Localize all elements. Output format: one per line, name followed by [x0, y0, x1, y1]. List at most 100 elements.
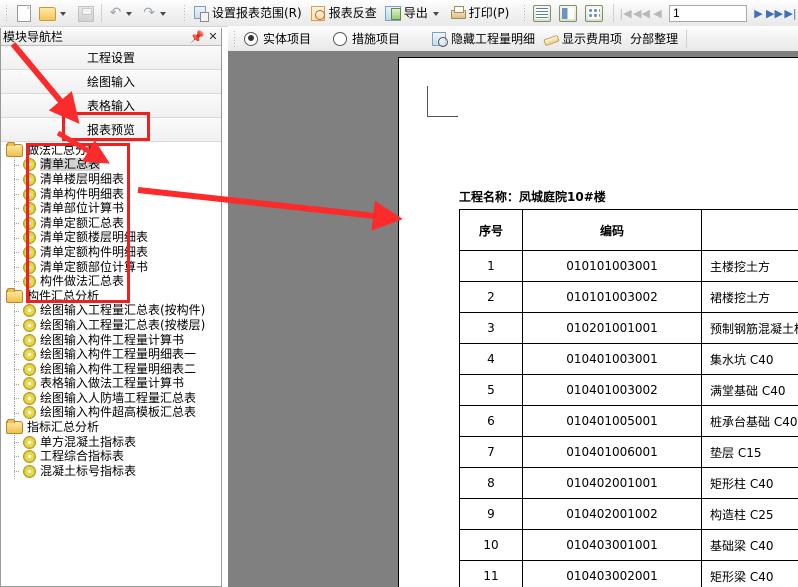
table-row[interactable]: 3 010201001001 预制钢筋混凝土桩	[459, 312, 798, 344]
cell-no: 2	[459, 281, 523, 313]
tree-item-table-input-method-qty-calc[interactable]: 表格输入做法工程量计算书	[2, 376, 220, 392]
page-number-input[interactable]	[668, 4, 747, 22]
tree-item-bill-floor-detail[interactable]: 清单楼层明细表	[2, 172, 220, 187]
gear-icon	[24, 305, 35, 317]
tree-item-draw-qty-summary-by-component[interactable]: 绘图输入工程量汇总表(按构件)	[2, 303, 220, 319]
chevron-down-icon[interactable]	[432, 12, 439, 16]
table-row[interactable]: 1 010101003001 主楼挖土方	[459, 250, 798, 282]
cell-code: 010401003002	[522, 374, 702, 406]
table-row[interactable]: 7 010401006001 垫层 C15	[459, 436, 798, 468]
tree-group-component-summary[interactable]: 构件汇总分析	[2, 287, 220, 304]
tree-item-bill-quota-summary[interactable]: 清单定额汇总表	[2, 215, 220, 231]
tree-item-bill-quota-floor-detail[interactable]: 清单定额楼层明细表	[2, 230, 220, 246]
section-organize-button[interactable]: 分部整理	[626, 27, 682, 51]
chevron-down-icon[interactable]	[126, 12, 133, 16]
undo-button[interactable]: ↶	[106, 1, 140, 25]
gear-icon	[24, 217, 35, 229]
report-recheck-button[interactable]: 报表反查	[306, 1, 381, 25]
toolbar-grip-2[interactable]	[181, 3, 187, 23]
tree-item-bill-quota-position-calc-label: 清单定额部位计算书	[40, 259, 149, 274]
tree-item-bill-position-calc[interactable]: 清单部位计算书	[2, 201, 220, 216]
chevron-down-icon[interactable]	[59, 12, 66, 16]
table-row[interactable]: 11 010403002001 矩形梁 C40	[459, 560, 798, 587]
folder-icon	[6, 142, 23, 157]
next-fast-icon: ▶▶	[766, 6, 783, 20]
gear-icon	[24, 363, 35, 375]
toolbar-grip-3[interactable]	[521, 3, 528, 23]
project-name-label: 工程名称：凤城庭院10#楼	[459, 190, 606, 204]
report-tree[interactable]: 做法汇总分析 清单汇总表 清单楼层明细表 清单构件明细表 清单部位计算书 清单定额汇总表清…	[2, 142, 220, 585]
set-report-scope-button[interactable]: 设置报表范围(R)	[189, 1, 306, 25]
tree-group-index-summary[interactable]: 指标汇总分析	[2, 419, 220, 435]
save-button[interactable]	[73, 1, 97, 25]
tree-item-bill-component-detail[interactable]: 清单构件明细表	[2, 186, 220, 202]
radio-entity-item[interactable]: 实体项目	[244, 30, 311, 47]
gear-icon	[24, 188, 35, 200]
tree-item-draw-civil-defense-wall-summary[interactable]: 绘图输入人防墙工程量汇总表	[2, 391, 220, 406]
cell-code: 010401005001	[522, 405, 702, 437]
section-organize-label: 分部整理	[630, 31, 679, 46]
table-row[interactable]: 2 010101003002 裙楼挖土方	[459, 281, 798, 313]
pin-icon[interactable]: 📌	[189, 30, 205, 44]
export-icon	[384, 5, 401, 21]
print-button[interactable]: 打印(P)	[446, 1, 514, 25]
tree-item-component-method-summary-label: 构件做法汇总表	[40, 274, 125, 289]
cell-no: 6	[459, 405, 523, 437]
toolbar2-grip[interactable]	[231, 28, 238, 49]
toolbar-grip[interactable]	[3, 3, 9, 23]
view-two-page-button[interactable]	[555, 1, 581, 25]
menu-project-settings[interactable]: 工程设置	[1, 46, 221, 70]
table-row[interactable]: 10 010403001001 基础梁 C40	[459, 529, 798, 561]
cell-code: 010402001001	[522, 467, 702, 499]
radio-measure-item-label: 措施项目	[352, 32, 401, 46]
tree-item-concrete-grade-index-label: 混凝土标号指标表	[40, 463, 137, 478]
tree-item-concrete-grade-index[interactable]: 混凝土标号指标表	[2, 464, 220, 479]
export-button[interactable]: 导出	[381, 1, 446, 25]
tree-item-bill-quota-component-detail[interactable]: 清单定额构件明细表	[2, 245, 220, 260]
tree-item-project-comprehensive-index[interactable]: 工程综合指标表	[2, 449, 220, 464]
first-page-button[interactable]: |◀	[618, 4, 633, 22]
table-row[interactable]: 9 010402001002 构造柱 C25	[459, 498, 798, 530]
toolbar2-separator	[686, 29, 688, 48]
radio-measure-item[interactable]: 措施项目	[333, 30, 400, 47]
table-row[interactable]: 4 010401003001 集水坑 C40	[459, 343, 798, 375]
table-row[interactable]: 8 010402001001 矩形柱 C40	[459, 467, 798, 499]
report-scope-icon	[193, 5, 209, 22]
new-file-button[interactable]	[11, 1, 35, 25]
prev-page-button[interactable]: ◀	[650, 4, 665, 22]
tree-item-component-method-summary[interactable]: 构件做法汇总表	[2, 274, 220, 289]
table-row[interactable]: 6 010401005001 桩承台基础 C40	[459, 405, 798, 437]
hide-quantity-detail-button[interactable]: 隐藏工程量明细	[428, 27, 539, 51]
menu-drawing-input[interactable]: 绘图输入	[1, 70, 221, 94]
menu-table-input-label: 表格输入	[86, 99, 135, 113]
cell-name: 构造柱 C25	[701, 498, 798, 530]
tree-item-draw-component-high-formwork-summary[interactable]: 绘图输入构件超高模板汇总表	[2, 405, 220, 421]
tree-item-draw-component-qty-calc[interactable]: 绘图输入构件工程量计算书	[2, 332, 220, 348]
toolbar-separator	[100, 4, 102, 22]
next-fast-button[interactable]: ▶▶	[766, 4, 783, 22]
cell-name: 矩形梁 C40	[701, 560, 798, 587]
view-single-page-button[interactable]	[529, 1, 555, 25]
menu-table-input[interactable]: 表格输入	[1, 94, 221, 118]
cell-no: 11	[459, 560, 523, 587]
show-fee-item-button[interactable]: 显示费用项	[539, 27, 626, 51]
tree-item-unit-concrete-index[interactable]: 单方混凝土指标表	[2, 434, 220, 450]
tree-item-bill-quota-position-calc[interactable]: 清单定额部位计算书	[2, 259, 220, 275]
prev-fast-button[interactable]: ◀◀	[633, 4, 650, 22]
menu-report-preview[interactable]: 报表预览	[1, 118, 221, 142]
close-icon[interactable]: ✕	[205, 30, 221, 43]
open-file-button[interactable]	[35, 1, 73, 25]
redo-button[interactable]: ↷	[139, 1, 173, 25]
report-viewer[interactable]: 清单汇 工程名称：凤城庭院10#楼 序号 编码 项目名称 10101010030…	[228, 51, 798, 587]
view-thumbnail-button[interactable]	[581, 1, 607, 25]
tree-group-method-summary[interactable]: 做法汇总分析	[2, 142, 220, 158]
cell-name: 垫层 C15	[701, 436, 798, 468]
table-row[interactable]: 5 010401003002 满堂基础 C40	[459, 374, 798, 406]
tree-item-bill-summary[interactable]: 清单汇总表	[2, 157, 220, 173]
tree-item-draw-component-qty-detail-1[interactable]: 绘图输入构件工程量明细表一	[2, 347, 220, 362]
chevron-down-icon[interactable]	[160, 12, 167, 16]
next-page-button[interactable]: ▶	[751, 4, 766, 22]
tree-item-draw-component-qty-detail-2[interactable]: 绘图输入构件工程量明细表二	[2, 361, 220, 377]
tree-item-draw-qty-summary-by-floor[interactable]: 绘图输入工程量汇总表(按楼层)	[2, 318, 220, 333]
last-page-button[interactable]: ▶|	[783, 4, 798, 22]
